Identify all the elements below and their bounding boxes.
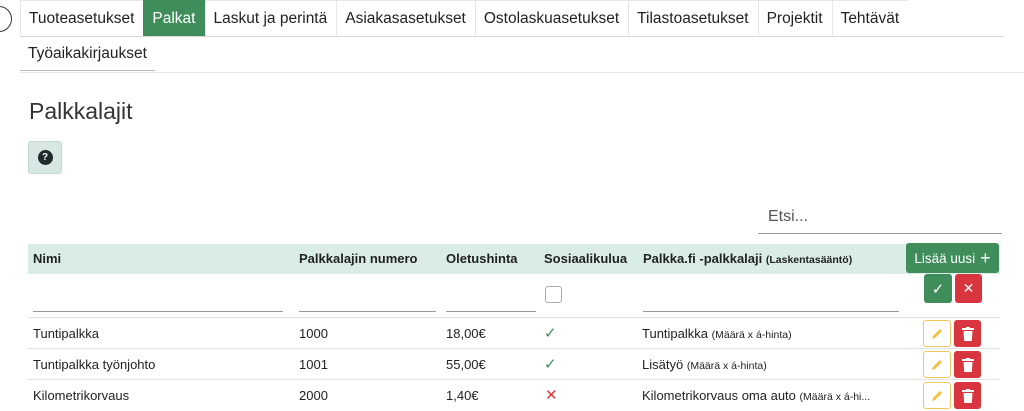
partial-circle-control[interactable] (0, 6, 12, 32)
tab-palkat[interactable]: Palkat (143, 0, 205, 36)
trash-icon (961, 326, 974, 341)
cross-icon: ✕ (545, 387, 558, 404)
search-input[interactable] (758, 200, 1002, 234)
table-row: Tuntipalkka työnjohto 1001 55,00€ ✓ Lisätyö … (28, 348, 1000, 379)
cell-name: Tuntipalkka työnjohto (33, 357, 156, 372)
check-icon: ✓ (544, 325, 557, 342)
tab-tuoteasetukset[interactable]: Tuoteasetukset (20, 0, 144, 36)
column-header-price: Oletushinta (446, 251, 518, 266)
column-header-number: Palkkalajin numero (299, 251, 418, 266)
close-icon: ✕ (962, 280, 975, 296)
pencil-icon (932, 328, 942, 339)
cell-rule: (Määrä x á-hinta) (711, 329, 792, 341)
tab-laskut-ja-perinta[interactable]: Laskut ja perintä (204, 0, 337, 36)
check-icon: ✓ (544, 356, 557, 373)
table-header: Nimi Palkkalajin numero Oletushinta Sosi… (28, 244, 1000, 274)
confirm-filter-button[interactable]: ✓ (924, 274, 952, 303)
column-header-palkka-label: Palkka.fi -palkkalaji (643, 251, 763, 266)
edit-button[interactable] (923, 382, 951, 409)
tab-projektit[interactable]: Projektit (757, 0, 832, 36)
add-new-label: Lisää uusi (914, 250, 976, 266)
edit-button[interactable] (923, 351, 951, 378)
cell-price: 1,40€ (446, 388, 479, 403)
cell-price: 55,00€ (446, 357, 486, 372)
page-title: Palkkalajit (29, 98, 133, 124)
trash-icon (961, 388, 974, 403)
filter-social-checkbox[interactable] (545, 286, 562, 303)
tab-asiakasasetukset[interactable]: Asiakasasetukset (336, 0, 475, 36)
plus-icon: + (980, 248, 991, 268)
question-icon: ? (37, 150, 53, 165)
tab-ostolaskuasetukset[interactable]: Ostolaskuasetukset (474, 0, 629, 36)
cell-number: 1001 (299, 357, 328, 372)
pencil-icon (932, 359, 942, 370)
filter-name-input[interactable] (33, 284, 283, 312)
cell-price: 18,00€ (446, 326, 486, 341)
cell-number: 2000 (299, 388, 328, 403)
tabs-divider (20, 72, 1024, 73)
cell-palkka-label: Tuntipalkka (642, 326, 708, 341)
cell-palkka-label: Lisätyö (642, 357, 684, 372)
column-header-palkka-note: (Laskentasääntö) (765, 254, 853, 266)
table-row: Tuntipalkka 1000 18,00€ ✓ Tuntipalkka (Määrä… (28, 317, 1000, 348)
trash-icon (961, 357, 974, 372)
tab-tilastoasetukset[interactable]: Tilastoasetukset (628, 0, 758, 36)
tab-tehtavat[interactable]: Tehtävät (831, 0, 909, 36)
cell-rule: (Määrä x á-hi... (799, 391, 871, 403)
help-button[interactable]: ? (28, 141, 62, 174)
cell-palkka: Lisätyö (Määrä x á-hinta) (642, 349, 767, 380)
cell-name: Kilometrikorvaus (33, 388, 130, 403)
column-header-palkka: Palkka.fi -palkkalaji (Laskentasääntö) (643, 244, 852, 274)
tab-row-1: Tuoteasetukset Palkat Laskut ja perintä … (20, 0, 1004, 37)
filter-price-input[interactable] (446, 284, 536, 312)
cell-name: Tuntipalkka (33, 326, 99, 341)
column-header-social: Sosiaalikulua (544, 251, 628, 266)
settings-tabs: Tuoteasetukset Palkat Laskut ja perintä … (20, 0, 1004, 71)
cell-rule: (Määrä x á-hinta) (686, 360, 767, 372)
clear-filter-button[interactable]: ✕ (955, 274, 982, 303)
pencil-icon (932, 390, 942, 401)
tab-tyoaikakirjaukset[interactable]: Työaikakirjaukset (20, 37, 155, 71)
cell-palkka: Tuntipalkka (Määrä x á-hinta) (642, 318, 792, 349)
cell-palkka-label: Kilometrikorvaus oma auto (642, 388, 796, 403)
delete-button[interactable] (954, 382, 981, 409)
delete-button[interactable] (954, 351, 981, 378)
filter-number-input[interactable] (299, 284, 436, 312)
check-icon: ✓ (931, 280, 945, 298)
tab-row-2: Työaikakirjaukset (20, 37, 1004, 71)
cell-number: 1000 (299, 326, 328, 341)
column-header-name: Nimi (33, 251, 62, 266)
cell-palkka: Kilometrikorvaus oma auto (Määrä x á-hi.… (642, 380, 870, 411)
add-new-button[interactable]: Lisää uusi + (906, 243, 999, 273)
table-row: Kilometrikorvaus 2000 1,40€ ✕ Kilometrikorva… (28, 379, 1000, 410)
edit-button[interactable] (923, 320, 951, 347)
filter-palkka-input[interactable] (643, 284, 899, 312)
delete-button[interactable] (954, 320, 981, 347)
